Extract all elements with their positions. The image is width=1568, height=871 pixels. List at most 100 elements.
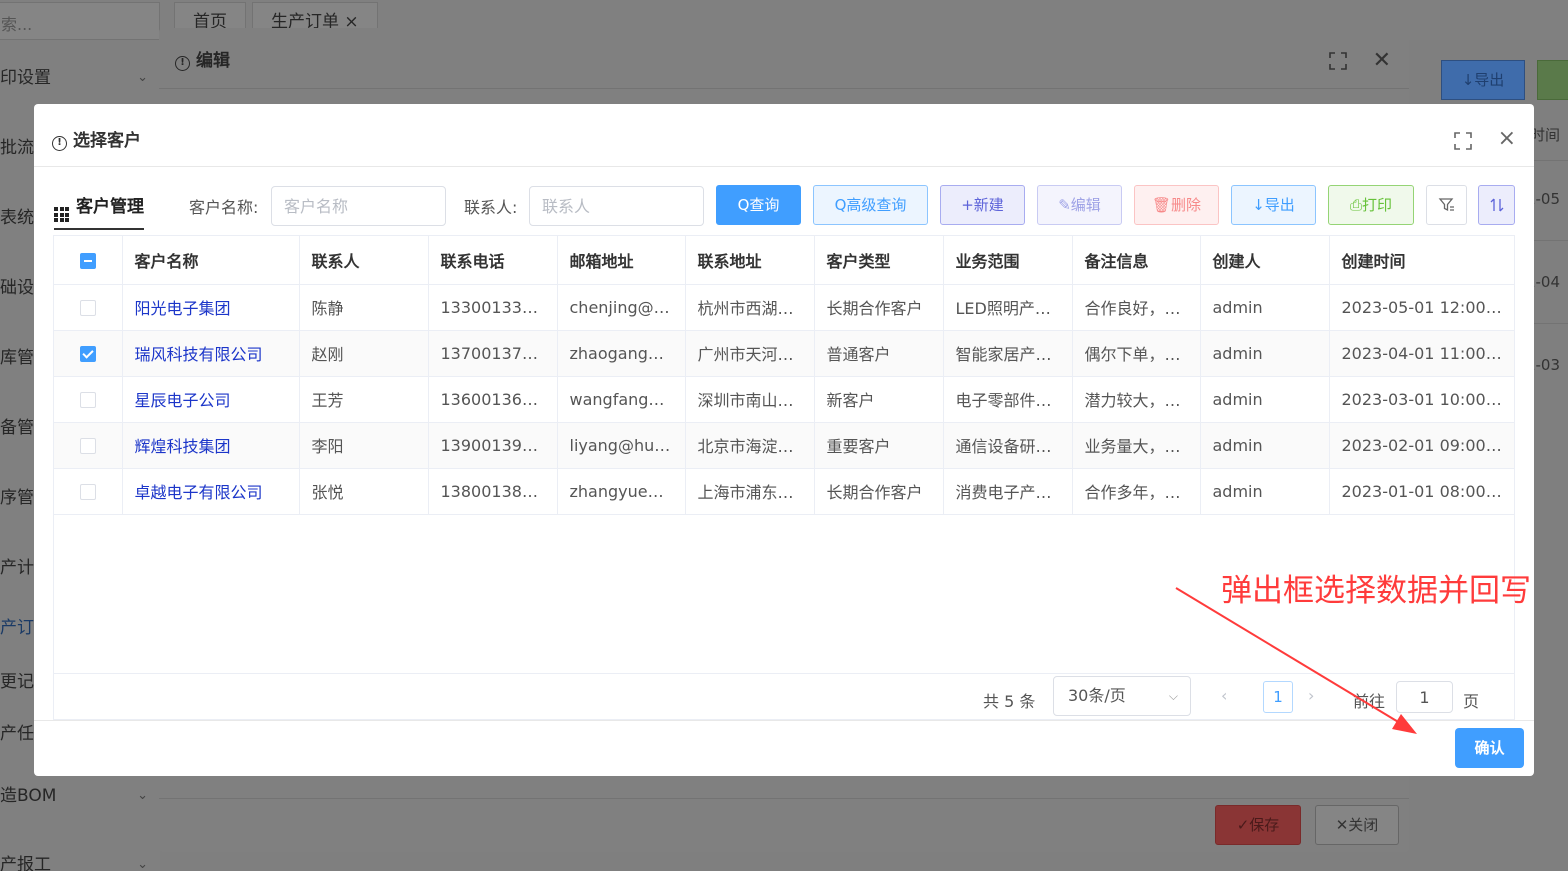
- cell-type: 长期合作客户: [814, 468, 944, 515]
- row-checkbox[interactable]: [79, 300, 96, 316]
- column-header[interactable]: 业务范围: [943, 236, 1073, 285]
- page-unit-label: 页: [1463, 692, 1480, 711]
- select-all-cell[interactable]: [54, 236, 123, 285]
- query-button[interactable]: Q查询: [716, 185, 801, 225]
- save-button[interactable]: ✓保存: [1215, 805, 1301, 845]
- chevron-down-icon: ⌄: [137, 70, 148, 85]
- prev-page-button[interactable]: ‹: [1221, 686, 1227, 705]
- contact-label: 联系人:: [464, 198, 518, 217]
- select-all-checkbox[interactable]: [79, 252, 96, 269]
- maximize-icon[interactable]: [1329, 52, 1347, 70]
- row-select-cell[interactable]: [54, 468, 123, 515]
- divider: [159, 798, 1409, 799]
- table-row[interactable]: 瑞风科技有限公司 赵刚 13700137000 zhaogang… 广州市天河… 普通客户…: [54, 330, 1514, 377]
- cell-email: zhangyue…: [557, 468, 686, 515]
- sidebar-search[interactable]: 索...: [0, 2, 160, 40]
- cell-created: 2023-04-01 11:00:00: [1329, 330, 1514, 377]
- cell-created: 2023-05-01 12:00:00: [1329, 284, 1514, 331]
- pagination-total: 共 5 条: [983, 692, 1036, 711]
- table-row[interactable]: 辉煌科技集团 李阳 13900139000 liyang@hui… 北京市海淀… 重要客户…: [54, 422, 1514, 469]
- contact-input[interactable]: [529, 186, 704, 226]
- chevron-down-icon: ⌄: [137, 857, 148, 871]
- row-checkbox[interactable]: [79, 484, 96, 500]
- row-checkbox[interactable]: [79, 346, 96, 362]
- cell-name[interactable]: 辉煌科技集团: [122, 422, 300, 469]
- delete-button[interactable]: 🗑删除: [1134, 185, 1219, 225]
- row-select-cell[interactable]: [54, 422, 123, 469]
- cell-name[interactable]: 阳光电子集团: [122, 284, 300, 331]
- cell-name[interactable]: 星辰电子公司: [122, 376, 300, 423]
- bg-export-button[interactable]: ↓导出: [1441, 60, 1525, 100]
- divider: [34, 166, 1534, 167]
- divider: [53, 673, 1515, 674]
- close-icon[interactable]: ✕: [1373, 48, 1391, 73]
- customer-name-input[interactable]: [271, 186, 446, 226]
- row-checkbox[interactable]: [79, 392, 96, 408]
- cell-address: 广州市天河…: [685, 330, 815, 377]
- new-button[interactable]: +新建: [940, 185, 1025, 225]
- cell-created: 2023-02-01 09:00:00: [1329, 422, 1514, 469]
- divider: [1534, 160, 1568, 161]
- cell-name[interactable]: 卓越电子有限公司: [122, 468, 300, 515]
- divider: [159, 88, 1409, 89]
- table-row[interactable]: 星辰电子公司 王芳 13600136000 wangfang… 深圳市南山… 新客户 电子零…: [54, 376, 1514, 423]
- cell-name[interactable]: 瑞风科技有限公司: [122, 330, 300, 377]
- row-select-cell[interactable]: [54, 376, 123, 423]
- cell-address: 深圳市南山…: [685, 376, 815, 423]
- page-size-select[interactable]: 30条/页 ⌵: [1053, 676, 1191, 716]
- advanced-query-button[interactable]: Q高级查询: [813, 185, 928, 225]
- cell-email: chenjing@y…: [557, 284, 686, 331]
- column-header[interactable]: 联系电话: [428, 236, 558, 285]
- cell-contact: 王芳: [299, 376, 429, 423]
- column-header[interactable]: 联系人: [299, 236, 429, 285]
- cell-creator: admin: [1200, 284, 1330, 331]
- sort-button[interactable]: [1478, 185, 1515, 225]
- goto-label: 前往: [1353, 692, 1386, 711]
- sort-icon: [1490, 198, 1503, 212]
- cell-email: zhaogang…: [557, 330, 686, 377]
- customer-management-title: 客户管理: [54, 192, 144, 230]
- row-select-cell[interactable]: [54, 284, 123, 331]
- table-row[interactable]: 卓越电子有限公司 张悦 13800138000 zhangyue… 上海市浦东… 长期合作…: [54, 468, 1514, 515]
- toolbar-title-text: 客户管理: [76, 197, 144, 217]
- cell-phone: 13700137000: [428, 330, 558, 377]
- cell-contact: 李阳: [299, 422, 429, 469]
- page-size-value: 30条/页: [1068, 686, 1126, 705]
- column-header[interactable]: 客户名称: [122, 236, 300, 285]
- bg-print-button[interactable]: [1537, 60, 1568, 100]
- table-row[interactable]: 阳光电子集团 陈静 13300133000 chenjing@y… 杭州市西湖… 长期合作…: [54, 284, 1514, 331]
- sidebar-item-print-settings[interactable]: 印设置 ⌄: [0, 58, 160, 98]
- close-button[interactable]: ✕关闭: [1315, 805, 1399, 845]
- page-number-current[interactable]: 1: [1263, 681, 1293, 713]
- chevron-down-icon: ⌵: [1168, 689, 1178, 703]
- cell-creator: admin: [1200, 376, 1330, 423]
- sidebar-item-report-work[interactable]: 产报工 ⌄: [0, 845, 160, 871]
- table-header-row: 客户名称 联系人 联系电话 邮箱地址 联系地址 客户类型 业务范围 备注信息 创…: [54, 236, 1514, 285]
- row-select-cell[interactable]: [54, 330, 123, 377]
- cell-created: 2023-01-01 08:00:00: [1329, 468, 1514, 515]
- cell-address: 北京市海淀…: [685, 422, 815, 469]
- column-header[interactable]: 联系地址: [685, 236, 815, 285]
- cell-phone: 13900139000: [428, 422, 558, 469]
- cell-address: 上海市浦东…: [685, 468, 815, 515]
- export-button[interactable]: ↓导出: [1231, 185, 1316, 225]
- column-header[interactable]: 客户类型: [814, 236, 944, 285]
- edit-dialog-title: ! 编辑: [175, 46, 230, 71]
- bg-col-header: 时间: [1529, 126, 1560, 144]
- print-button[interactable]: ⎙打印: [1328, 185, 1414, 225]
- maximize-icon[interactable]: [1454, 132, 1472, 150]
- cell-email: wangfang…: [557, 376, 686, 423]
- edit-button[interactable]: ✎编辑: [1037, 185, 1122, 225]
- close-icon[interactable]: ×: [1498, 126, 1516, 151]
- next-page-button[interactable]: ›: [1308, 686, 1314, 705]
- column-header[interactable]: 邮箱地址: [557, 236, 686, 285]
- row-checkbox[interactable]: [79, 438, 96, 454]
- cell-scope: 电子零部件…: [943, 376, 1073, 423]
- column-header[interactable]: 备注信息: [1072, 236, 1201, 285]
- column-header[interactable]: 创建人: [1200, 236, 1330, 285]
- goto-page-input[interactable]: [1396, 681, 1453, 713]
- sidebar-item-bom[interactable]: 造BOM ⌄: [0, 776, 160, 816]
- column-header[interactable]: 创建时间: [1329, 236, 1514, 285]
- column-filter-button[interactable]: [1426, 185, 1467, 225]
- confirm-button[interactable]: 确认: [1455, 728, 1524, 768]
